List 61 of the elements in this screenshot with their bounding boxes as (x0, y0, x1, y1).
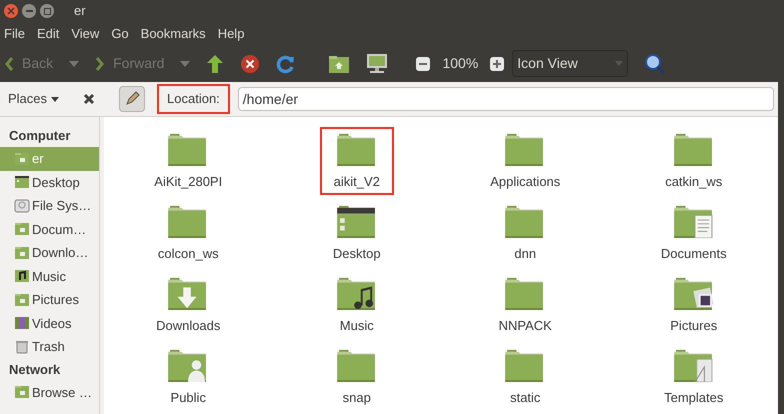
caret-icon (615, 61, 624, 66)
search-icon[interactable] (644, 52, 666, 74)
sidebar-item[interactable]: Videos (0, 312, 99, 335)
window-title: er (74, 2, 86, 20)
folder-item[interactable]: aikit_V2 (320, 127, 394, 195)
pictures-folder-icon (672, 276, 716, 310)
sidebar-item[interactable]: Desktop (0, 170, 99, 194)
folder-item[interactable]: NNPACK (484, 271, 566, 339)
location-label: Location: (157, 84, 230, 114)
stop-icon[interactable] (240, 54, 260, 74)
folder-item[interactable]: Applications (476, 127, 574, 195)
folder-item[interactable]: Pictures (656, 271, 732, 339)
menu-item[interactable]: Edit (36, 24, 60, 44)
folder-item[interactable]: Music (320, 271, 393, 339)
folder-item[interactable]: Downloads (142, 271, 234, 339)
caret-icon (51, 96, 60, 102)
view-dropdown[interactable]: Icon View (512, 50, 628, 77)
folder-item[interactable]: dnn (489, 199, 562, 267)
sidebar-item[interactable]: Music (0, 264, 99, 288)
film-icon (14, 315, 30, 332)
edit-location-button[interactable] (119, 86, 146, 112)
folder-item[interactable]: catkin_ws (651, 127, 736, 195)
close-button[interactable] (4, 4, 18, 18)
caret-icon[interactable] (180, 60, 190, 66)
up-arrow-icon[interactable] (206, 54, 224, 74)
zoom-out-icon[interactable] (416, 56, 430, 70)
close-icon (7, 7, 15, 15)
pencil-icon (124, 91, 140, 107)
reload-icon[interactable] (276, 54, 296, 74)
zoom-in-icon[interactable] (490, 56, 504, 70)
folder-item[interactable]: AiKit_280PI (140, 127, 236, 195)
folder-item[interactable]: Public (152, 343, 224, 411)
computer-icon[interactable] (366, 52, 388, 74)
caret-icon[interactable] (69, 60, 80, 66)
menu-item[interactable]: File (4, 24, 25, 44)
folder-item[interactable]: static (489, 343, 562, 411)
folder-item[interactable]: Templates (650, 343, 738, 411)
maximize-button[interactable] (40, 4, 54, 18)
music-icon (14, 268, 30, 284)
folder-item[interactable]: Documents (646, 199, 741, 267)
desktop-icon (14, 174, 30, 190)
menu-item[interactable]: Go (111, 24, 129, 44)
folder-item[interactable]: colcon_ws (144, 199, 233, 267)
sidebar-item[interactable]: Browse … (0, 380, 99, 404)
sidebar-item[interactable]: Pictures (0, 288, 99, 312)
sidebar-item[interactable]: File Sys… (0, 194, 99, 218)
menu-item[interactable]: View (71, 24, 100, 44)
sidebar-heading: Network (8, 360, 62, 379)
minimize-button[interactable] (22, 4, 36, 18)
menu-item[interactable]: Bookmarks (140, 24, 206, 44)
folder-item[interactable]: snap (320, 343, 393, 411)
sidebar-item[interactable]: Docum… (0, 218, 99, 241)
zoom-level: 100% (442, 54, 478, 73)
menu-item[interactable]: Help (218, 24, 244, 44)
close-sidebar-icon[interactable] (83, 93, 96, 105)
trash-icon (14, 338, 30, 355)
sidebar-item[interactable]: Trash (0, 335, 99, 358)
sidebar-item[interactable]: Downlo… (0, 241, 99, 264)
folder-item[interactable]: Desktop (318, 199, 395, 267)
sidebar-heading: Computer (8, 127, 72, 146)
places-dropdown[interactable]: Places (4, 89, 64, 109)
